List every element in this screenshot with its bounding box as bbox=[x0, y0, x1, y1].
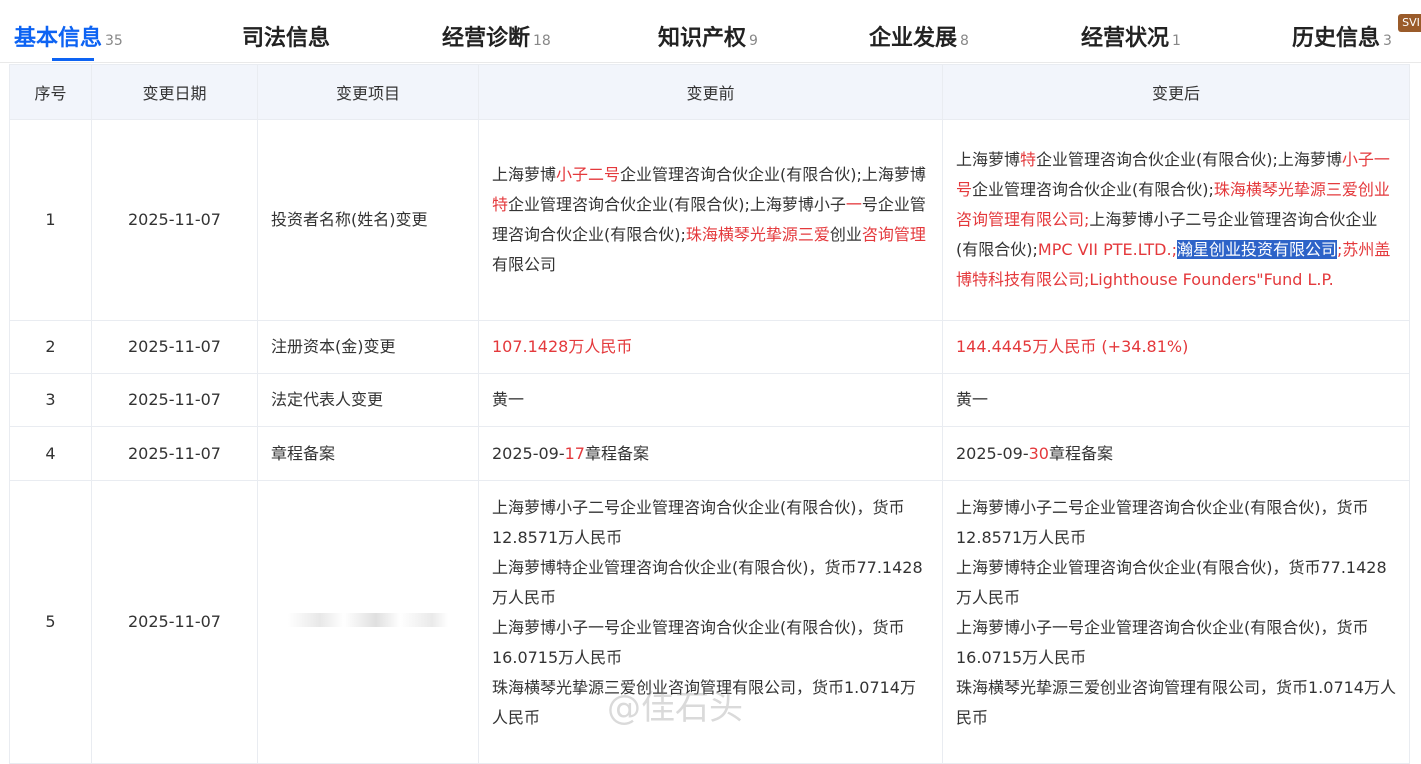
diff-highlight: 咨询管理 bbox=[861, 225, 926, 244]
text-segment: 企业管理咨询合伙企业(有限合伙); bbox=[972, 180, 1214, 199]
shareholder-line: 上海萝博特企业管理咨询合伙企业(有限合伙)，货币77.1428万人民币 bbox=[956, 558, 1387, 607]
row-item-redacted bbox=[257, 480, 479, 764]
diff-highlight: 30 bbox=[1028, 443, 1049, 463]
diff-highlight: 特 bbox=[492, 195, 509, 214]
row-after: 上海萝博小子二号企业管理咨询合伙企业(有限合伙)，货币12.8571万人民币 上… bbox=[942, 480, 1410, 764]
row-before: 黄一 bbox=[478, 373, 943, 427]
shareholder-line: 上海萝博小子二号企业管理咨询合伙企业(有限合伙)，货币12.8571万人民币 bbox=[492, 498, 905, 547]
text-segment: 2025-09- bbox=[492, 443, 565, 463]
row-date: 2025-11-07 bbox=[91, 320, 258, 374]
diff-highlight: 17 bbox=[564, 443, 585, 463]
column-header-date: 变更日期 bbox=[91, 64, 258, 120]
blurred-text bbox=[288, 613, 448, 627]
diff-highlight: 珠海横琴光挚源三爱 bbox=[685, 225, 830, 244]
shareholder-line: 上海萝博小子一号企业管理咨询合伙企业(有限合伙)，货币16.0715万人民币 bbox=[956, 618, 1369, 667]
row-before: 2025-09-17章程备案 bbox=[478, 426, 943, 481]
column-header-before: 变更前 bbox=[478, 64, 943, 120]
text-segment: 企业管理咨询合伙企业(有限合伙);上海萝博 bbox=[1036, 150, 1342, 169]
shareholder-line: 上海萝博小子一号企业管理咨询合伙企业(有限合伙)，货币16.0715万人民币 bbox=[492, 618, 905, 667]
text-segment: 上海萝博 bbox=[956, 150, 1021, 169]
tab-label: 经营状况 bbox=[1081, 26, 1170, 51]
tab-bar: 基本信息 35 司法信息 经营诊断 18 知识产权 9 企业发展 8 经营状况 1 历史信… bbox=[0, 0, 1421, 63]
shareholder-line: 珠海横琴光挚源三爱创业咨询管理有限公司，货币1.0714万人民币 bbox=[956, 678, 1396, 727]
tab-label: 历史信息 bbox=[1292, 26, 1381, 51]
column-header-after: 变更后 bbox=[942, 64, 1410, 120]
row-after: 黄一 bbox=[942, 373, 1410, 427]
diff-highlight: 特 bbox=[1020, 150, 1037, 169]
row-index: 2 bbox=[9, 320, 92, 374]
watermark: @佳石头 bbox=[607, 688, 743, 728]
active-tab-indicator bbox=[52, 58, 94, 61]
diff-highlight: MPC VII PTE.LTD.; bbox=[1037, 240, 1177, 259]
row-item: 章程备案 bbox=[257, 426, 479, 481]
text-segment: 上海萝博 bbox=[492, 165, 557, 184]
row-item: 投资者名称(姓名)变更 bbox=[257, 119, 479, 321]
tab-count: 8 bbox=[960, 33, 969, 49]
tab-intellectual-property[interactable]: 知识产权 9 bbox=[658, 20, 758, 60]
tab-history-info[interactable]: 历史信息 3 bbox=[1292, 20, 1392, 60]
text-segment: 创业 bbox=[829, 225, 862, 244]
table-header-row: 序号 变更日期 变更项目 变更前 变更后 bbox=[9, 64, 1410, 120]
row-item: 法定代表人变更 bbox=[257, 373, 479, 427]
row-date: 2025-11-07 bbox=[91, 426, 258, 481]
row-before: 107.1428万人民币 bbox=[478, 320, 943, 374]
tab-operating-status[interactable]: 经营状况 1 bbox=[1081, 20, 1181, 60]
shareholder-line: 上海萝博小子二号企业管理咨询合伙企业(有限合伙)，货币12.8571万人民币 bbox=[956, 498, 1369, 547]
column-header-item: 变更项目 bbox=[257, 64, 479, 120]
table-row: 1 2025-11-07 投资者名称(姓名)变更 上海萝博小子二号企业管理咨询合… bbox=[9, 119, 1410, 321]
text-segment: 章程备案 bbox=[584, 443, 649, 463]
tab-count: 1 bbox=[1172, 33, 1181, 49]
svip-badge: SVI bbox=[1398, 14, 1421, 32]
shareholder-line: 上海萝博特企业管理咨询合伙企业(有限合伙)，货币77.1428万人民币 bbox=[492, 558, 923, 607]
tab-judicial-info[interactable]: 司法信息 bbox=[242, 20, 333, 60]
tab-count: 35 bbox=[105, 33, 123, 49]
tab-count: 18 bbox=[533, 33, 551, 49]
tab-label: 经营诊断 bbox=[442, 26, 531, 51]
text-segment: 章程备案 bbox=[1048, 443, 1113, 463]
row-after: 144.4445万人民币 (+34.81%) bbox=[942, 320, 1410, 374]
tab-business-diagnosis[interactable]: 经营诊断 18 bbox=[442, 20, 551, 60]
row-index: 1 bbox=[9, 119, 92, 321]
row-index: 3 bbox=[9, 373, 92, 427]
text-segment: 企业管理咨询合伙企业(有限合伙);上海萝博 bbox=[620, 165, 926, 184]
row-item: 注册资本(金)变更 bbox=[257, 320, 479, 374]
tab-count: 3 bbox=[1383, 33, 1392, 49]
row-index: 4 bbox=[9, 426, 92, 481]
tab-label: 知识产权 bbox=[658, 26, 747, 51]
tab-label: 司法信息 bbox=[242, 26, 331, 51]
change-records-table: 序号 变更日期 变更项目 变更前 变更后 1 2025-11-07 投资者名称(… bbox=[9, 64, 1410, 764]
table-row: 4 2025-11-07 章程备案 2025-09-17章程备案 2025-09… bbox=[9, 426, 1410, 481]
tab-count: 9 bbox=[749, 33, 758, 49]
tab-basic-info[interactable]: 基本信息 35 bbox=[14, 20, 123, 61]
column-header-index: 序号 bbox=[9, 64, 92, 120]
tab-label: 企业发展 bbox=[869, 26, 958, 51]
row-index: 5 bbox=[9, 480, 92, 764]
selected-text[interactable]: 瀚星创业投资有限公司 bbox=[1176, 240, 1337, 259]
row-date: 2025-11-07 bbox=[91, 373, 258, 427]
text-segment: 有限公司 bbox=[492, 255, 557, 274]
diff-highlight: 一 bbox=[845, 195, 862, 214]
table-row: 2 2025-11-07 注册资本(金)变更 107.1428万人民币 144.… bbox=[9, 320, 1410, 374]
row-date: 2025-11-07 bbox=[91, 119, 258, 321]
text-segment: 2025-09- bbox=[956, 443, 1029, 463]
row-after: 上海萝博特企业管理咨询合伙企业(有限合伙);上海萝博小子一号企业管理咨询合伙企业… bbox=[942, 119, 1410, 321]
table-row: 3 2025-11-07 法定代表人变更 黄一 黄一 bbox=[9, 373, 1410, 427]
row-after: 2025-09-30章程备案 bbox=[942, 426, 1410, 481]
tab-enterprise-development[interactable]: 企业发展 8 bbox=[869, 20, 969, 60]
row-date: 2025-11-07 bbox=[91, 480, 258, 764]
text-segment: 企业管理咨询合伙企业(有限合伙);上海萝博小子 bbox=[508, 195, 846, 214]
diff-highlight: 小子二号 bbox=[556, 165, 621, 184]
tab-label: 基本信息 bbox=[14, 26, 103, 51]
row-before: 上海萝博小子二号企业管理咨询合伙企业(有限合伙);上海萝博特企业管理咨询合伙企业… bbox=[478, 119, 943, 321]
